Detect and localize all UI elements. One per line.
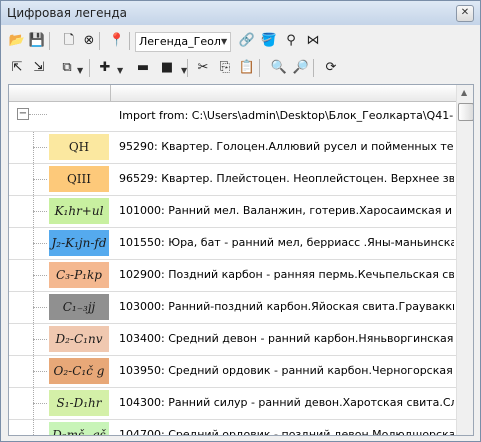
legend-description: 101550: Юра, бат - ранний мел, берриасс … [119, 236, 454, 249]
toolbar-separator [259, 59, 260, 77]
tree-connector [33, 420, 34, 435]
toolbar-separator [313, 59, 314, 77]
export-icon[interactable]: ⇱ [7, 57, 27, 79]
legend-description: 103000: Ранний-поздний карбон.Яйоская св… [119, 300, 454, 313]
chevron-down-icon[interactable]: ▼ [117, 66, 123, 75]
legend-item[interactable]: O₂-C₁č g 103950: Средний ордовик - ранний… [9, 356, 456, 388]
paste-icon[interactable]: 📋 [237, 57, 257, 79]
legend-swatch: QIII [49, 166, 109, 192]
add-icon[interactable]: ✚ [95, 57, 115, 79]
legend-swatch: D₂-C₁nv [49, 326, 109, 352]
import-icon[interactable]: ⇲ [29, 57, 49, 79]
legend-description: 104300: Ранний силур - ранний девон.Харо… [119, 396, 454, 409]
legend-description: 103400: Средний девон - ранний карбон.Ня… [119, 332, 454, 345]
find-icon[interactable]: 🔍 [269, 57, 289, 79]
toolbar-separator [49, 32, 50, 50]
vertical-scrollbar[interactable]: ▲ [456, 85, 473, 435]
tree-connector [33, 211, 47, 212]
legend-item[interactable]: K₁hr+ul 101000: Ранний мел. Валанжин, гот… [9, 196, 456, 228]
fill-bucket-icon[interactable]: 🪣 [259, 30, 279, 52]
legend-item[interactable]: J₂-K₁jn-fd 101550: Юра, бат - ранний мел,… [9, 228, 456, 260]
tree-connector [33, 147, 47, 148]
link-icon[interactable]: 🔗 [237, 30, 257, 52]
legend-swatch: C₁₋₃jj [49, 294, 109, 320]
legend-item[interactable]: QH 95290: Квартер. Голоцен.Аллювий русел … [9, 132, 456, 164]
root-label: Import from: C:\Users\admin\Desktop\Блок… [119, 109, 454, 122]
legend-tree-grid[interactable]: − Import from: C:\Users\admin\Desktop\Бло… [8, 84, 474, 436]
collapse-minus-icon[interactable]: − [17, 108, 29, 120]
cut-icon[interactable]: ✂ [193, 57, 213, 79]
legend-swatch: O₂-C₁č g [49, 358, 109, 384]
tree-root-row[interactable]: − Import from: C:\Users\admin\Desktop\Бло… [9, 102, 456, 132]
legend-swatch: K₁hr+ul [49, 198, 109, 224]
minus-icon[interactable]: ▬ [133, 57, 153, 79]
legend-swatch: S₁-D₁hr [49, 390, 109, 416]
tree-connector [33, 179, 47, 180]
layer-combo[interactable]: Легенда_Геол [135, 32, 231, 52]
legend-swatch: QH [49, 134, 109, 160]
header-divider[interactable] [110, 85, 111, 101]
legend-item[interactable]: QIII 96529: Квартер. Плейстоцен. Неоплейс… [9, 164, 456, 196]
tree-connector [33, 275, 47, 276]
legend-description: 104700: Средний ордовик - поздний девон.… [119, 428, 454, 436]
scroll-up-arrow-icon[interactable]: ▲ [461, 88, 467, 97]
crossed-arrows-icon[interactable]: ⋈ [303, 30, 323, 52]
fill-rect-icon[interactable]: ■ [157, 57, 177, 79]
legend-item[interactable]: S₁-D₁hr 104300: Ранний силур - ранний дев… [9, 388, 456, 420]
open-folder-icon[interactable]: 📂 [7, 30, 27, 52]
find-replace-icon[interactable]: 🔎 [291, 57, 311, 79]
grid-header [9, 85, 456, 102]
refresh-icon[interactable]: ⟳ [321, 57, 341, 79]
title-bar: Цифровая легенда ✕ [1, 1, 480, 25]
legend-description: 102900: Поздний карбон - ранняя пермь.Ке… [119, 268, 454, 281]
toolbar-separator [129, 32, 130, 50]
legend-item[interactable]: D₂mš -gš 104700: Средний ордовик - поздни… [9, 420, 456, 436]
chevron-down-icon[interactable]: ▼ [77, 66, 83, 75]
legend-description: 103950: Средний ордовик - ранний карбон.… [119, 364, 454, 377]
legend-item[interactable]: D₂-C₁nv 103400: Средний девон - ранний ка… [9, 324, 456, 356]
legend-description: 96529: Квартер. Плейстоцен. Неоплейстоце… [119, 172, 454, 185]
pin-icon[interactable]: 📍 [107, 30, 127, 52]
tree-connector [33, 339, 47, 340]
legend-description: 101000: Ранний мел. Валанжин, готерив.Ха… [119, 204, 454, 217]
tree-connector [33, 403, 47, 404]
window-title: Цифровая легенда [7, 6, 128, 20]
toolbar-separator [89, 59, 90, 77]
legend-description: 95290: Квартер. Голоцен.Аллювий русел и … [119, 140, 454, 153]
save-icon[interactable]: 💾 [27, 30, 47, 52]
copy-icon[interactable]: ⎘ [215, 57, 235, 79]
tree-connector [33, 243, 47, 244]
layer-combo-value: Легенда_Геол [139, 35, 221, 48]
tree-connector [33, 435, 47, 436]
legend-swatch: C₃-P₁kp [49, 262, 109, 288]
legend-item[interactable]: C₃-P₁kp 102900: Поздний карбон - ранняя п… [9, 260, 456, 292]
delete-circle-icon[interactable]: ⊗ [79, 30, 99, 52]
close-button[interactable]: ✕ [456, 5, 474, 22]
toolbar-separator [187, 59, 188, 77]
tree-connector [33, 307, 47, 308]
scroll-thumb[interactable] [458, 103, 473, 121]
new-document-icon[interactable]: 🗋 [59, 30, 79, 52]
tree-connector [29, 114, 47, 115]
legend-window: Цифровая легенда ✕ 📂 💾 🗋 ⊗ 📍 Легенда_Геол ▼ 🔗 🪣 ⚲… [0, 0, 481, 442]
chevron-down-icon[interactable]: ▼ [221, 37, 227, 46]
legend-item[interactable]: C₁₋₃jj 103000: Ранний-поздний карбон.Яйос… [9, 292, 456, 324]
tree-connector [33, 371, 47, 372]
legend-swatch: D₂mš -gš [49, 422, 109, 435]
shape-stack-icon[interactable]: ⧉ [57, 57, 77, 79]
legend-swatch: J₂-K₁jn-fd [49, 230, 109, 256]
node-branch-icon[interactable]: ⚲ [281, 30, 301, 52]
toolbar-separator [99, 32, 100, 50]
